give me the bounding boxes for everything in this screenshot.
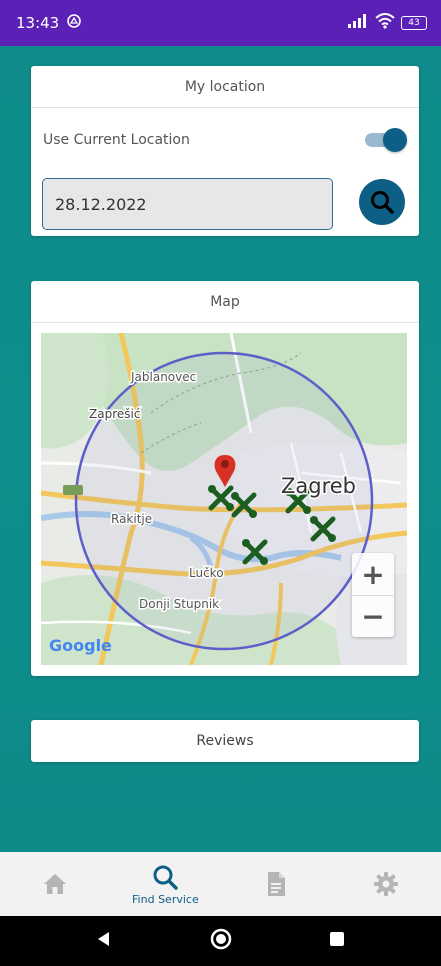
search-icon	[153, 865, 179, 890]
my-location-card: My location Use Current Location	[31, 66, 419, 236]
wifi-icon	[375, 13, 395, 33]
google-logo: Google	[49, 636, 112, 655]
toggle-knob	[383, 128, 407, 152]
place-label-lucko: Lučko	[189, 566, 224, 580]
place-label-zagreb: Zagreb	[281, 474, 356, 498]
signal-icon	[347, 14, 369, 32]
place-label-rakitje: Rakitje	[111, 512, 152, 526]
main-content: My location Use Current Location Map	[0, 46, 441, 852]
bottom-nav: Find Service	[0, 852, 441, 916]
nav-settings[interactable]	[341, 852, 431, 916]
back-icon[interactable]	[95, 930, 113, 952]
place-label-jablanovec: Jablanovec	[130, 370, 196, 384]
date-input[interactable]	[42, 178, 333, 230]
document-icon	[267, 872, 285, 896]
recents-icon[interactable]	[328, 930, 346, 952]
zoom-out-button[interactable]: −	[352, 595, 394, 637]
home-circle-icon[interactable]	[209, 927, 233, 955]
battery-level: 43	[408, 18, 420, 28]
nav-documents[interactable]	[231, 852, 321, 916]
nav-find-service-label: Find Service	[132, 892, 199, 906]
reviews-button[interactable]: Reviews	[31, 720, 419, 762]
use-current-location-toggle[interactable]	[365, 128, 407, 152]
use-current-location-row: Use Current Location	[43, 126, 407, 154]
nav-home[interactable]	[10, 852, 100, 916]
use-current-location-label: Use Current Location	[43, 132, 190, 148]
search-icon	[371, 191, 394, 214]
status-bar: 13:43 43	[0, 0, 441, 46]
map-view[interactable]: Jablanovec Zaprešić Zagreb Rakitje Lučko…	[41, 333, 407, 665]
nav-find-service[interactable]: Find Service	[120, 852, 210, 916]
map-title: Map	[31, 281, 419, 323]
system-nav-bar	[0, 916, 441, 966]
google-attribution: Google	[49, 636, 112, 655]
reviews-label: Reviews	[196, 733, 254, 749]
status-time: 13:43	[16, 14, 60, 32]
home-icon	[44, 874, 67, 894]
place-label-zapresic: Zaprešić	[89, 407, 140, 421]
my-location-title: My location	[31, 66, 419, 108]
map-card: Map Jablanovec Zaprešić Zagreb Rakitje L…	[31, 281, 419, 676]
battery-icon: 43	[401, 16, 427, 30]
search-button[interactable]	[359, 179, 405, 225]
zoom-controls: + −	[352, 553, 394, 637]
zoom-in-button[interactable]: +	[352, 553, 394, 595]
place-label-donji-stupnik: Donji Stupnik	[139, 597, 219, 611]
gear-icon	[373, 872, 398, 896]
notification-icon	[67, 14, 82, 32]
